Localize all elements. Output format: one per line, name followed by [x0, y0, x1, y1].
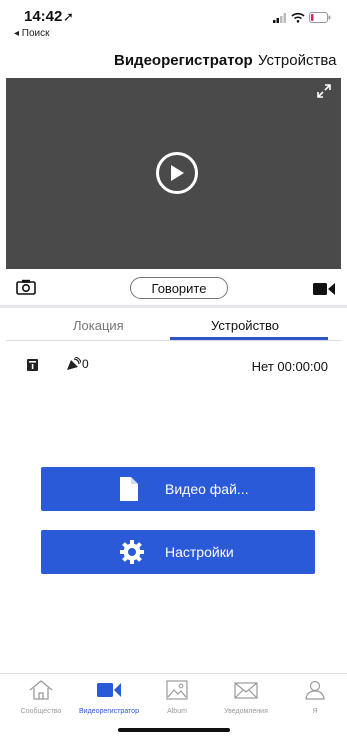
- image-icon: [166, 680, 188, 700]
- record-status: Нет 00:00:00: [251, 359, 328, 374]
- nav-dashcam[interactable]: Видеорегистратор: [74, 680, 144, 715]
- video-camera-icon: [97, 683, 121, 697]
- section-divider: [0, 305, 347, 308]
- tab-device[interactable]: Устройство: [211, 318, 279, 333]
- nav-album[interactable]: Album: [142, 680, 212, 715]
- nav-label: Уведомления: [224, 708, 268, 715]
- gps-satellite-status: 0: [66, 357, 89, 371]
- battery-icon: [309, 12, 331, 23]
- expand-icon[interactable]: [317, 84, 331, 98]
- satellite-count: 0: [82, 357, 89, 371]
- bottom-nav-divider: [0, 673, 347, 674]
- home-indicator[interactable]: [118, 728, 230, 732]
- devices-tab[interactable]: Устройства: [258, 52, 336, 69]
- wifi-icon: [291, 12, 305, 23]
- back-to-search-link[interactable]: ◂ Поиск: [14, 28, 50, 39]
- play-icon: [171, 165, 184, 181]
- envelope-icon: [234, 682, 258, 699]
- location-arrow-icon: ➚: [63, 9, 74, 24]
- tabs-divider: [6, 340, 341, 341]
- sd-card-icon: [27, 359, 38, 371]
- satellite-icon: [67, 357, 81, 370]
- nav-label: Я: [312, 708, 318, 715]
- gear-icon: [120, 540, 144, 564]
- nav-me[interactable]: Я: [280, 680, 347, 715]
- nav-label: Сообщество: [20, 708, 62, 715]
- status-icons: [273, 12, 331, 23]
- nav-community[interactable]: Сообщество: [6, 680, 76, 715]
- nav-label: Album: [167, 708, 187, 715]
- settings-button[interactable]: Настройки: [41, 530, 315, 574]
- tab-location[interactable]: Локация: [73, 318, 124, 333]
- settings-label: Настройки: [165, 544, 234, 560]
- person-icon: [305, 680, 325, 700]
- signal-icon: [273, 12, 286, 23]
- video-files-button[interactable]: Видео фай...: [41, 467, 315, 511]
- play-button[interactable]: [156, 152, 198, 194]
- video-files-label: Видео фай...: [165, 481, 249, 497]
- file-icon: [120, 477, 138, 501]
- nav-notifications[interactable]: Уведомления: [211, 680, 281, 715]
- status-time: 14:42: [24, 8, 63, 25]
- page-title[interactable]: Видеорегистратор: [114, 52, 253, 69]
- home-icon: [29, 680, 53, 700]
- video-camera-icon[interactable]: [313, 282, 335, 296]
- talk-button[interactable]: Говорите: [130, 277, 228, 299]
- nav-label: Видеорегистратор: [79, 708, 139, 715]
- camera-icon[interactable]: [16, 279, 36, 295]
